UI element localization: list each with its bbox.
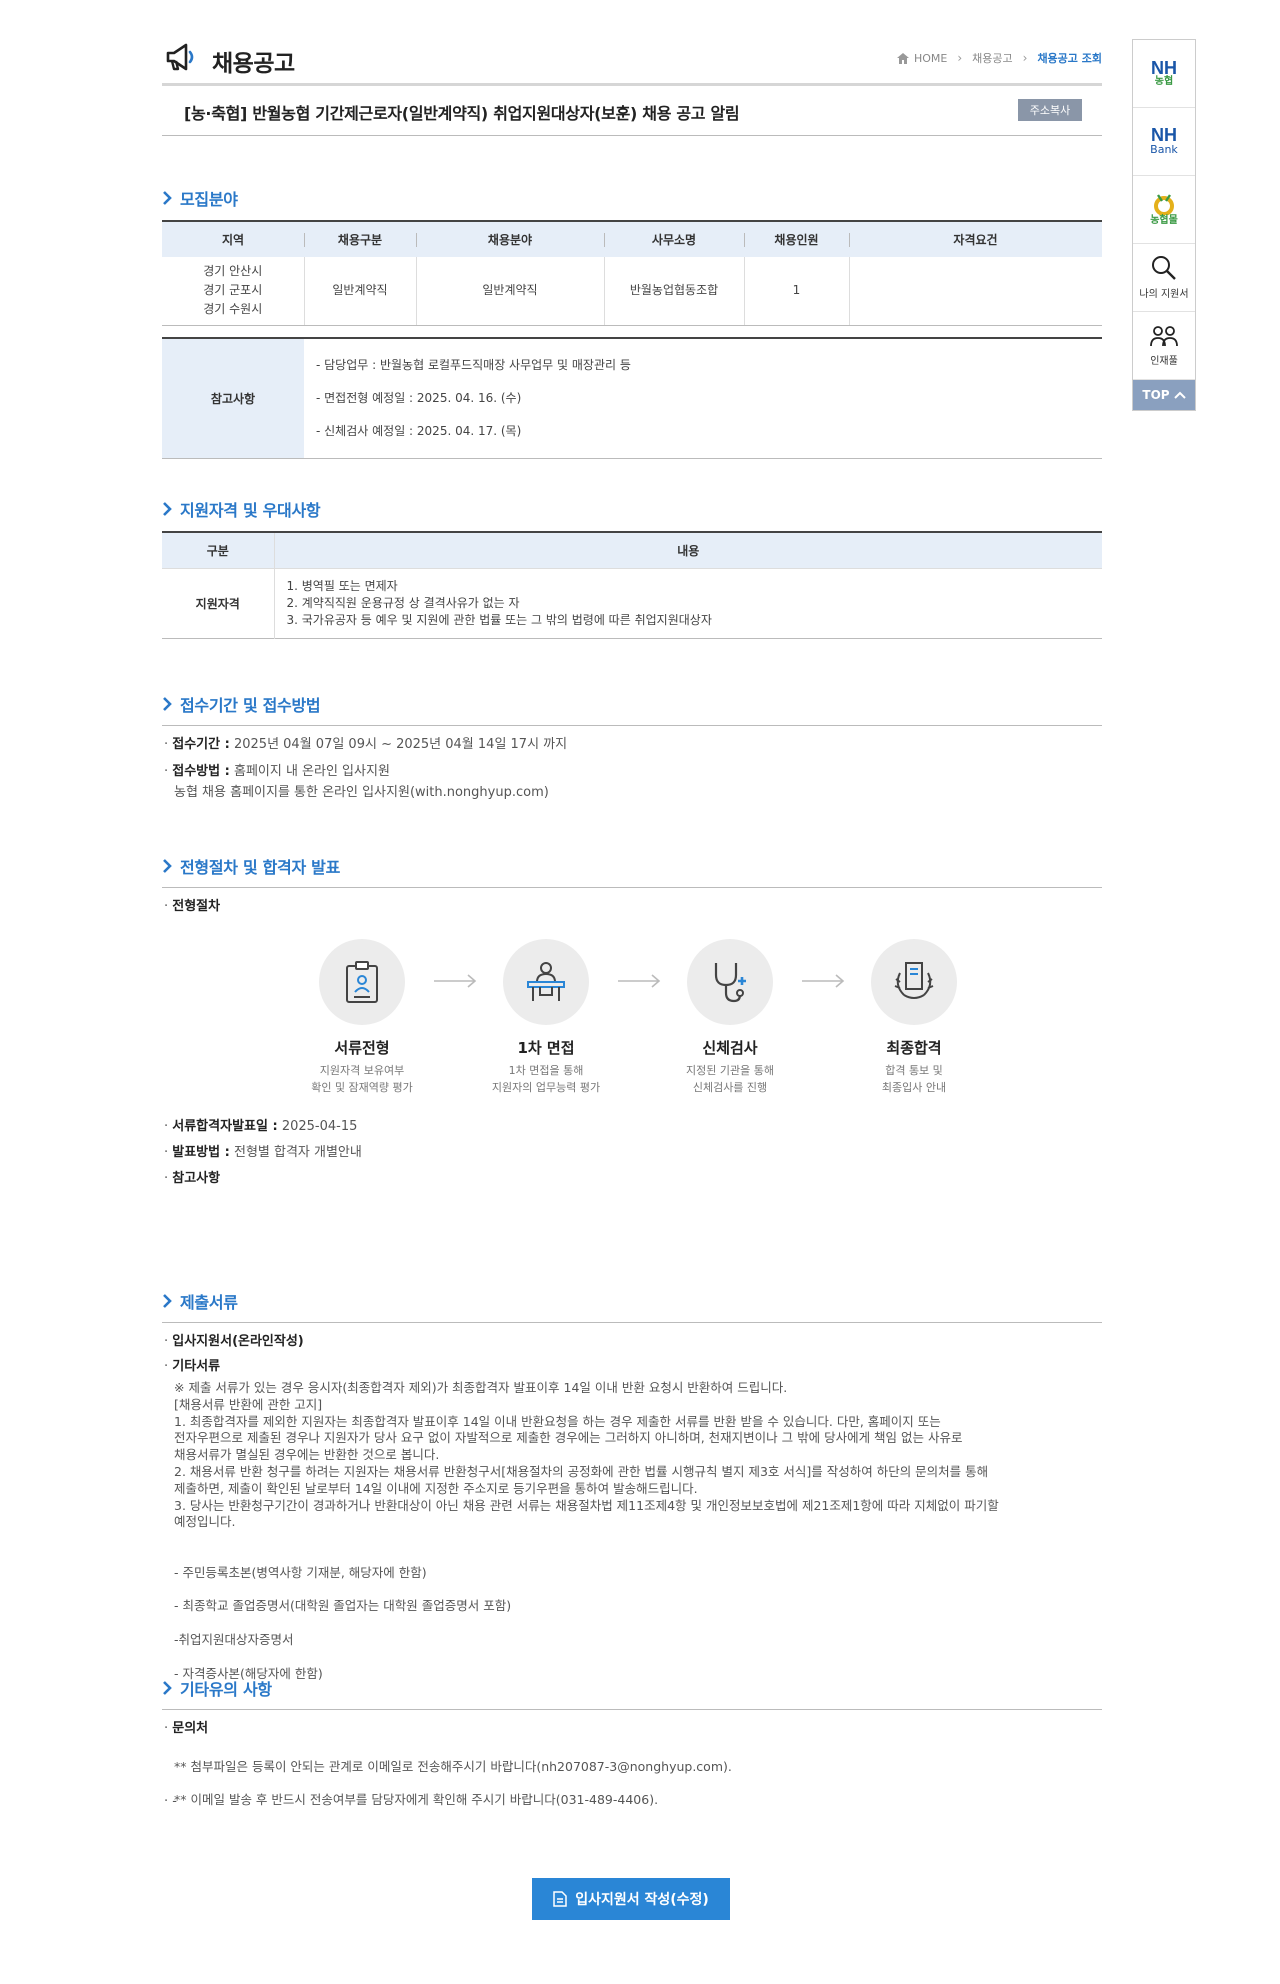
post-title: [농·축협] 반월농협 기간제근로자(일반계약직) 취업지원대상자(보훈) 채용…: [184, 104, 740, 123]
chevron-right-icon: [163, 697, 172, 711]
breadcrumb-home[interactable]: HOME: [914, 52, 947, 65]
eligibility-table: 구분 내용 지원자격 1. 병역필 또는 면제자 2. 계약직직원 운용규정 상…: [162, 531, 1102, 639]
table-row: 경기 안산시 경기 군포시 경기 수원시 일반계약직 일반계약직 반월농업협동조…: [162, 257, 1102, 326]
divider: [162, 725, 1102, 726]
step-desc: 지정된 기관을 통해 신체검사를 진행: [686, 1064, 774, 1094]
chevron-right-icon: [163, 859, 172, 873]
section-heading-eligibility: 지원자격 및 우대사항: [162, 497, 321, 521]
doc-item: · 기타서류: [164, 1359, 221, 1374]
col-header: 채용구분: [304, 221, 416, 257]
method-detail: 농협 채용 홈페이지를 통한 온라인 입사지원(with.nonghyup.co…: [174, 785, 549, 800]
recruit-table: 지역 채용구분 채용분야 사무소명 채용인원 자격요건 경기 안산시 경기 군포…: [162, 220, 1102, 326]
divider: [162, 887, 1102, 888]
megaphone-icon: [166, 43, 194, 71]
nh-mall-logo-icon: [1154, 193, 1174, 215]
breadcrumb-recruit[interactable]: 채용공고: [972, 50, 1012, 66]
chevron-right-icon: [163, 191, 172, 205]
divider: [162, 1709, 1102, 1710]
eligibility-content: 1. 병역필 또는 면제자 2. 계약직직원 운용규정 상 결격사유가 없는 자…: [273, 567, 1102, 638]
office-cell: 반월농업협동조합: [603, 257, 744, 326]
certificate-laurel-icon: [894, 962, 934, 999]
contact-label: · 문의처: [164, 1721, 209, 1736]
step-name: 최종합격: [886, 1039, 942, 1057]
col-header: 자격요건: [849, 221, 1102, 257]
col-header: 채용인원: [744, 221, 849, 257]
nh-logo: NH: [1151, 57, 1177, 78]
section-heading-application: 접수기간 및 접수방법: [162, 692, 321, 716]
announce-line: · 서류합격자발표일 : 2025-04-15: [164, 1119, 358, 1134]
divider: [162, 1322, 1102, 1323]
count-cell: 1: [743, 257, 849, 326]
col-header: 사무소명: [604, 221, 744, 257]
step-desc: 합격 통보 및 최종입사 안내: [881, 1064, 947, 1094]
write-application-button[interactable]: 입사지원서 작성(수정): [532, 1878, 730, 1920]
eligibility-label: 지원자격: [162, 567, 274, 638]
step-name: 1차 면접: [517, 1039, 575, 1057]
region-cell: 경기 안산시 경기 군포시 경기 수원시: [162, 257, 304, 326]
scroll-top-button[interactable]: TOP: [1133, 380, 1195, 410]
nhbank-logo: NH: [1151, 125, 1177, 145]
chevron-up-icon: [1173, 391, 1186, 399]
page-title: 채용공고: [212, 51, 295, 77]
section-heading-documents: 제출서류: [162, 1289, 238, 1313]
quick-menu: NH 농협 NH Bank 농협몰 나의 지원서 인재풀 TOP: [1132, 39, 1196, 411]
field-cell: 일반계약직: [415, 257, 604, 326]
qualification-cell: [848, 257, 1102, 326]
method-line: · 접수방법 : 홈페이지 내 온라인 입사지원: [164, 764, 390, 779]
quick-my-application[interactable]: 나의 지원서: [1133, 244, 1195, 312]
page-header: 채용공고 HOME › 채용공고 › 채용공고 조회: [162, 0, 1102, 86]
chevron-right-icon: ›: [957, 51, 963, 65]
quick-nh-link[interactable]: NH 농협: [1133, 40, 1195, 108]
section-heading-process: 전형절차 및 합격자 발표: [162, 854, 340, 878]
process-step-interview: 1차 면접 1차 면접을 통해 지원자의 업무능력 평가: [456, 939, 636, 1096]
document-badge-icon: [346, 961, 378, 1003]
notes-label: 참고사항: [162, 338, 304, 459]
quick-talent-pool[interactable]: 인재풀: [1133, 312, 1195, 380]
doc-item: · 입사지원서(온라인작성): [164, 1334, 304, 1349]
chevron-right-icon: [163, 502, 172, 516]
step-name: 신체검사: [702, 1039, 758, 1057]
type-cell: 일반계약직: [303, 257, 416, 326]
post-title-bar: [농·축협] 반월농협 기간제근로자(일반계약직) 취업지원대상자(보훈) 채용…: [162, 86, 1102, 136]
announce-method-line: · 발표방법 : 전형별 합격자 개별안내: [164, 1145, 362, 1160]
section-heading-recruit: 모집분야: [162, 186, 238, 210]
col-header: 채용분야: [416, 221, 604, 257]
chevron-right-icon: ›: [1022, 51, 1028, 65]
search-icon: [1152, 256, 1176, 280]
doc-list: - 주민등록초본(병역사항 기재분, 해당자에 한함) - 최종학교 졸업증명서…: [174, 1564, 512, 1681]
chevron-right-icon: [163, 1681, 172, 1695]
process-notes-label: · 참고사항: [164, 1171, 221, 1186]
chevron-right-icon: [163, 1294, 172, 1308]
col-header: 내용: [273, 532, 1102, 568]
step-desc: 1차 면접을 통해 지원자의 업무능력 평가: [491, 1064, 601, 1094]
doc-body: ※ 제출 서류가 있는 경우 응시자(최종합격자 제외)가 최종합격자 발표이후…: [174, 1380, 999, 1530]
breadcrumb-current[interactable]: 채용공고 조회: [1037, 50, 1102, 66]
process-sub-label: · 전형절차: [164, 899, 221, 914]
section-heading-other: 기타유의 사항: [162, 1676, 272, 1700]
step-name: 서류전형: [334, 1039, 390, 1057]
people-icon: [1150, 326, 1178, 347]
process-step-final: 최종합격 합격 통보 및 최종입사 안내: [824, 939, 1004, 1096]
process-step-document: 서류전형 지원자격 보유여부 확인 및 잠재역량 평가: [272, 939, 452, 1096]
table-row: 지원자격 1. 병역필 또는 면제자 2. 계약직직원 운용규정 상 결격사유가…: [162, 567, 1102, 638]
quick-nhbank-link[interactable]: NH Bank: [1133, 108, 1195, 176]
page: 채용공고 HOME › 채용공고 › 채용공고 조회 [농·축협] 반월농협 기…: [162, 0, 1102, 1809]
col-header: 지역: [162, 221, 304, 257]
process-step-medical: 신체검사 지정된 기관을 통해 신체검사를 진행: [640, 939, 820, 1096]
col-header: 구분: [162, 532, 274, 568]
step-desc: 지원자격 보유여부 확인 및 잠재역량 평가: [311, 1064, 413, 1094]
notes-content: - 담당업무 : 반월농협 로컬푸드직매장 사무업무 및 매장관리 등 - 면접…: [316, 358, 631, 438]
stethoscope-icon: [714, 963, 746, 1003]
trailing-bullet: · -: [164, 1794, 177, 1809]
recruit-notes-table: 참고사항 - 담당업무 : 반월농협 로컬푸드직매장 사무업무 및 매장관리 등…: [162, 337, 1102, 459]
period-line: · 접수기간 : 2025년 04월 07일 09시 ~ 2025년 04월 1…: [164, 737, 568, 752]
contact-lines: ** 첨부파일은 등록이 안되는 관계로 이메일로 전송해주시기 바랍니다(nh…: [174, 1758, 732, 1808]
quick-mall-link[interactable]: 농협몰: [1133, 176, 1195, 244]
interview-podium-icon: [527, 962, 565, 1001]
breadcrumb: HOME › 채용공고 › 채용공고 조회: [896, 50, 1102, 66]
document-edit-icon: [553, 1891, 567, 1907]
home-icon: [896, 52, 909, 64]
copy-url-button[interactable]: 주소복사: [1018, 99, 1082, 121]
